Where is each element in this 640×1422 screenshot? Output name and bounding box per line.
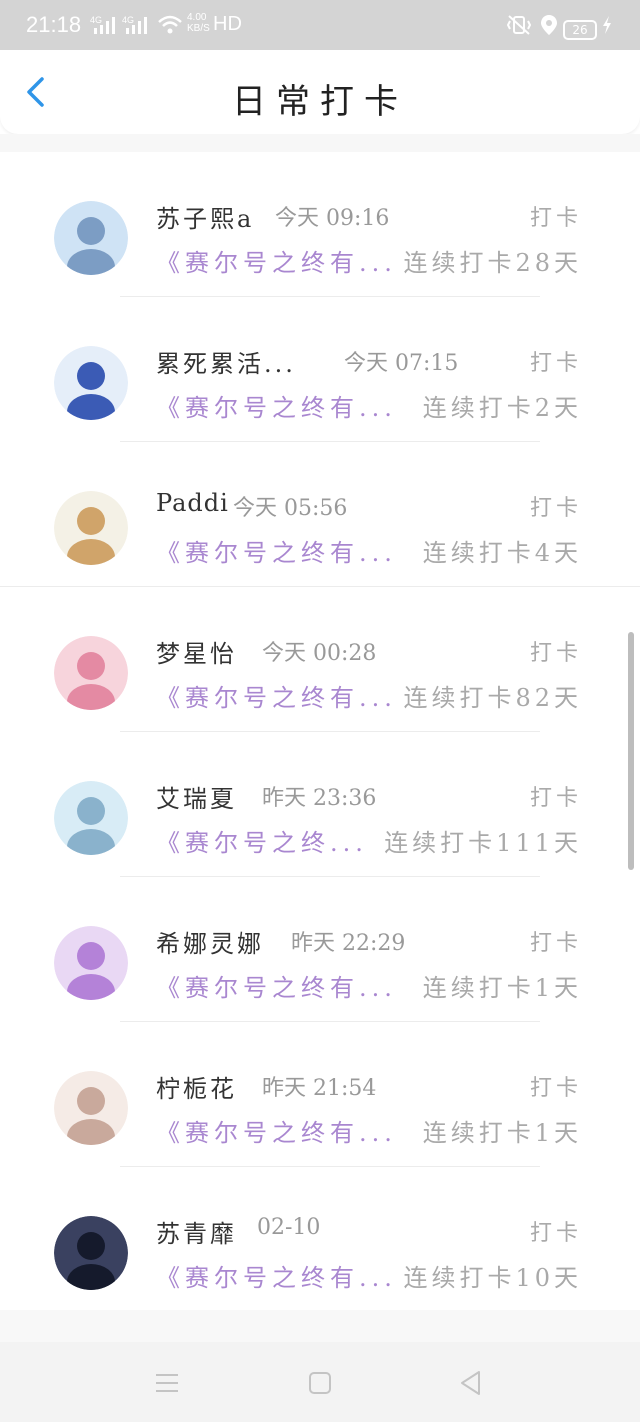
checkin-button[interactable]: 打卡 [530,1215,582,1247]
checkin-time: 今天 00:28 [262,641,377,666]
network-speed-value: 4.00 [187,12,207,23]
page-header: 日常打卡 [0,50,640,134]
streak-count: 连续打卡82天 [403,684,582,712]
battery-level: 26 [572,23,588,37]
checkin-button[interactable]: 打卡 [530,490,582,522]
page-title: 日常打卡 [232,82,408,122]
avatar-image [54,1071,128,1145]
avatar[interactable] [54,491,128,565]
streak-count: 连续打卡1天 [422,974,582,1002]
checkin-time: 昨天 23:36 [262,786,377,811]
list-item[interactable]: 苏子熙a 今天 09:16 打卡 《赛尔号之终有... 连续打卡28天 [0,152,640,297]
header-separator [0,134,640,152]
article-title-link[interactable]: 《赛尔号之终有... [156,533,397,568]
streak-count: 连续打卡28天 [403,249,582,277]
checkin-button[interactable]: 打卡 [530,1070,582,1102]
list-item[interactable]: 艾瑞夏 昨天 23:36 打卡 《赛尔号之终... 连续打卡111天 [0,732,640,877]
list-item[interactable]: 柠栀花 昨天 21:54 打卡 《赛尔号之终有... 连续打卡1天 [0,1022,640,1167]
article-title-link[interactable]: 《赛尔号之终有... [156,678,397,713]
cellular-signal-icon: 4G [90,15,115,34]
list-end-separator [0,1310,640,1342]
list-item[interactable]: 梦星怡 今天 00:28 打卡 《赛尔号之终有... 连续打卡82天 [0,587,640,732]
avatar[interactable] [54,346,128,420]
avatar[interactable] [54,201,128,275]
streak-count: 连续打卡10天 [403,1264,582,1292]
status-bar: 21:18 4G 4G 4.00 KB/S HD 26 [0,0,640,50]
avatar-image [54,781,128,855]
streak-count: 连续打卡4天 [422,539,582,567]
battery-indicator: 26 [563,20,597,40]
checkin-button[interactable]: 打卡 [530,635,582,667]
signal-label: 4G [90,15,102,25]
checkin-button[interactable]: 打卡 [530,200,582,232]
charging-icon [603,16,611,34]
checkin-time: 今天 05:56 [233,496,348,521]
avatar[interactable] [54,636,128,710]
avatar[interactable] [54,781,128,855]
user-name: 艾瑞夏 [156,785,237,813]
vibrate-icon [506,15,532,35]
home-square-icon[interactable] [303,1366,337,1400]
status-time: 21:18 [26,12,82,37]
avatar[interactable] [54,1216,128,1290]
article-title-link[interactable]: 《赛尔号之终... [156,823,368,858]
user-name: 梦星怡 [156,640,237,668]
network-speed-unit: KB/S [187,23,210,34]
avatar-image [54,201,128,275]
cellular-signal-icon: 4G [122,15,147,34]
list-item[interactable]: 苏青靡 02-10 打卡 《赛尔号之终有... 连续打卡10天 [0,1167,640,1312]
menu-icon[interactable] [150,1366,184,1400]
streak-count: 连续打卡1天 [422,1119,582,1147]
avatar[interactable] [54,926,128,1000]
streak-count: 连续打卡111天 [384,829,582,857]
article-title-link[interactable]: 《赛尔号之终有... [156,1113,397,1148]
user-name: 累死累活... [156,350,296,378]
avatar[interactable] [54,1071,128,1145]
checkin-list: 苏子熙a 今天 09:16 打卡 《赛尔号之终有... 连续打卡28天 累死累活… [0,152,640,1312]
signal-label: 4G [122,15,134,25]
article-title-link[interactable]: 《赛尔号之终有... [156,968,397,1003]
user-name: Paddi [156,489,229,517]
checkin-button[interactable]: 打卡 [530,925,582,957]
avatar-image [54,1216,128,1290]
article-title-link[interactable]: 《赛尔号之终有... [156,388,397,423]
streak-count: 连续打卡2天 [422,394,582,422]
back-triangle-icon[interactable] [454,1366,488,1400]
scrollbar[interactable] [628,632,634,870]
user-name: 柠栀花 [156,1075,237,1103]
list-item[interactable]: 希娜灵娜 昨天 22:29 打卡 《赛尔号之终有... 连续打卡1天 [0,877,640,1022]
checkin-button[interactable]: 打卡 [530,780,582,812]
checkin-time: 昨天 22:29 [291,931,406,956]
avatar-image [54,926,128,1000]
wifi-icon [158,15,182,34]
checkin-button[interactable]: 打卡 [530,345,582,377]
checkin-time: 02-10 [257,1215,321,1240]
article-title-link[interactable]: 《赛尔号之终有... [156,243,397,278]
checkin-time: 今天 09:16 [275,206,390,231]
checkin-time: 今天 07:15 [344,351,459,376]
location-icon [541,15,557,35]
hd-indicator: HD [213,13,242,35]
avatar-image [54,491,128,565]
user-name: 苏青靡 [156,1220,237,1248]
avatar-image [54,636,128,710]
user-name: 希娜灵娜 [156,930,264,958]
list-item[interactable]: Paddi 今天 05:56 打卡 《赛尔号之终有... 连续打卡4天 [0,442,640,587]
article-title-link[interactable]: 《赛尔号之终有... [156,1258,397,1293]
system-nav-bar [0,1342,640,1422]
user-name: 苏子熙a [156,205,255,233]
network-speed: 4.00 KB/S [187,12,210,34]
checkin-time: 昨天 21:54 [262,1076,377,1101]
list-item[interactable]: 累死累活... 今天 07:15 打卡 《赛尔号之终有... 连续打卡2天 [0,297,640,442]
avatar-image [54,346,128,420]
